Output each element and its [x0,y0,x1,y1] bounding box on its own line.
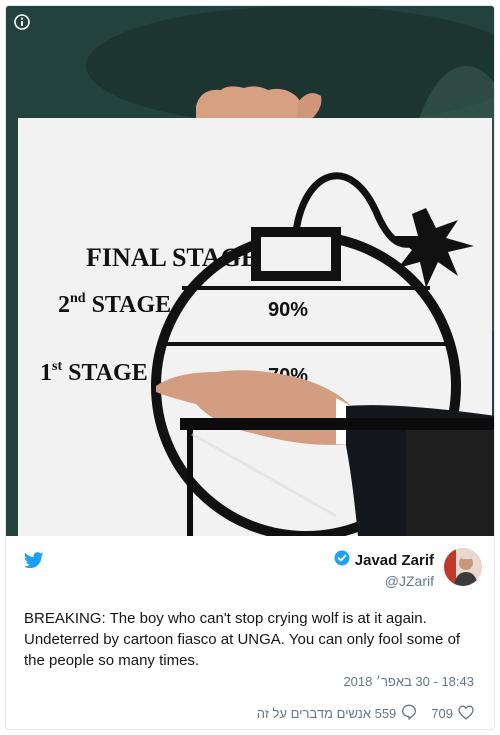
tweet-body: Javad Zarif @JZarif BREAKING: The boy wh… [6,536,494,729]
author-display-name[interactable]: Javad Zarif [355,552,434,569]
ninety-percent-label: 90% [268,299,308,321]
tweet-actions: 709 559 אנשים מדברים על זה [257,704,474,723]
tweet-media-photo[interactable]: FINAL STAGE 2ndSTAGE 1stSTAGE 90% 70% [6,6,494,536]
like-count: 709 [431,706,453,721]
author-handle[interactable]: @JZarif [334,573,434,589]
twitter-bird-icon[interactable] [23,552,44,574]
embedded-tweet-card: FINAL STAGE 2ndSTAGE 1stSTAGE 90% 70% [5,5,495,730]
tweet-author[interactable]: Javad Zarif @JZarif [334,550,434,589]
bomb-diagram-photo: FINAL STAGE 2ndSTAGE 1stSTAGE 90% 70% [6,6,494,536]
speech-bubble-icon[interactable] [401,704,417,723]
verified-badge-icon [334,550,350,571]
like-action[interactable]: 709 [431,704,474,723]
reply-action[interactable]: 559 אנשים מדברים על זה [257,704,418,723]
tweet-timestamp[interactable]: 18:43 - 30 באפר׳ 2018 [343,674,474,689]
tweet-text: BREAKING: The boy who can't stop crying … [24,610,461,669]
avatar[interactable] [444,548,482,586]
heart-icon[interactable] [458,704,474,723]
final-stage-label: FINAL STAGE [86,243,258,272]
replies-text[interactable]: 559 אנשים מדברים על זה [257,706,397,721]
info-icon[interactable] [14,14,30,30]
